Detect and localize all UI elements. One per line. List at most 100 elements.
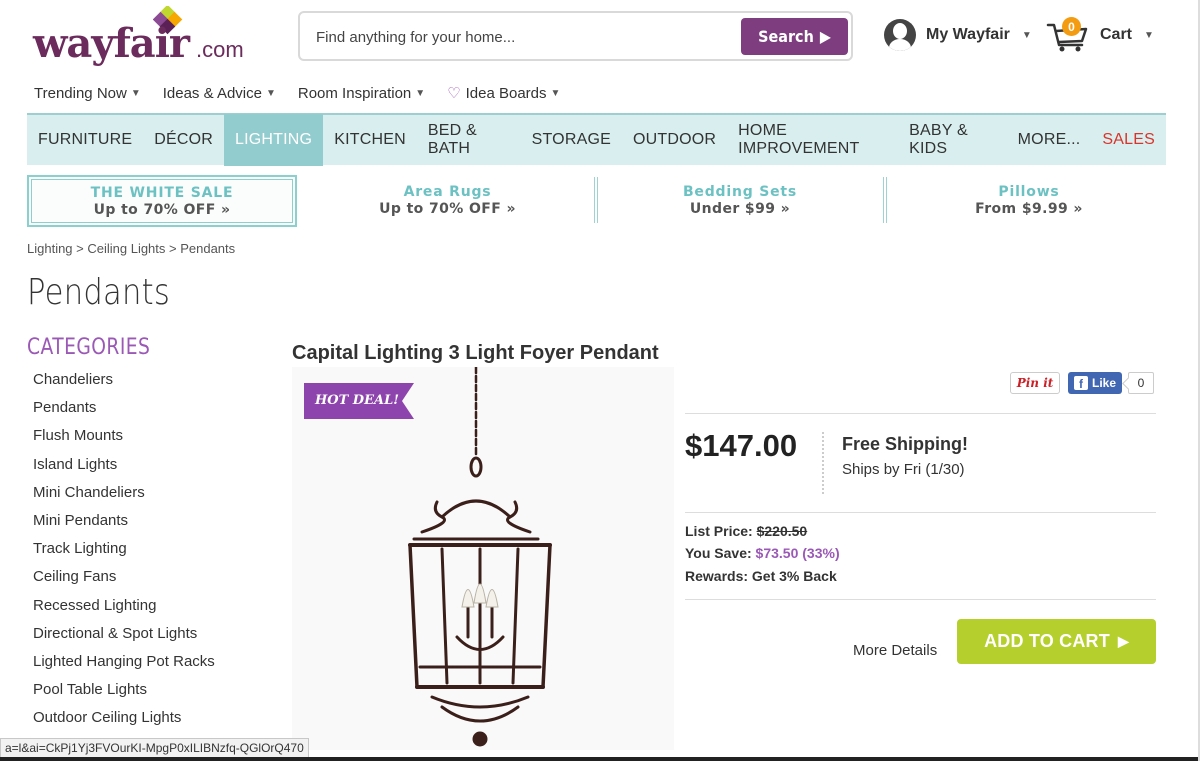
category-item[interactable]: Flush Mounts (33, 426, 215, 454)
nav-furniture[interactable]: FURNITURE (27, 114, 143, 166)
product-image[interactable] (292, 365, 674, 750)
my-wayfair-menu[interactable]: My Wayfair ▼ (884, 17, 1032, 53)
divider (685, 413, 1156, 414)
category-item[interactable]: Chandeliers (33, 370, 215, 398)
secondary-nav: Trending Now ▼ Ideas & Advice ▼ Room Ins… (34, 84, 582, 103)
promo-title: Bedding Sets (682, 184, 798, 200)
promo-divider (594, 177, 598, 223)
nav-outdoor[interactable]: OUTDOOR (622, 114, 727, 166)
like-count: 0 (1128, 372, 1155, 394)
logo-text: wayfair (33, 20, 190, 67)
window-bottom-edge (0, 757, 1200, 761)
category-item[interactable]: Lighted Hanging Pot Racks (33, 652, 215, 680)
chevron-down-icon: ▼ (130, 87, 141, 99)
nav-kitchen[interactable]: KITCHEN (323, 114, 417, 166)
chevron-down-icon: ▼ (415, 87, 426, 99)
add-to-cart-button[interactable]: ADD TO CART ▶ (957, 619, 1156, 664)
status-bar-url: a=l&ai=CkPj1Yj3FVOurKI-MpgP0xILIBNzfq-QG… (0, 738, 309, 758)
search-button[interactable]: Search ▶ (741, 18, 848, 55)
subnav-label: Room Inspiration (297, 84, 412, 102)
subnav-label: Idea Boards (465, 84, 547, 102)
nav-decor[interactable]: DÉCOR (143, 114, 224, 166)
free-shipping-label: Free Shipping! (842, 434, 968, 454)
category-item[interactable]: Track Lighting (33, 539, 215, 567)
heart-icon: ♡ (447, 85, 461, 102)
subnav-label: Trending Now (34, 84, 127, 102)
cart-icon: 0 (1046, 17, 1090, 53)
category-item[interactable]: Recessed Lighting (33, 596, 215, 624)
user-avatar-icon (884, 19, 916, 51)
nav-bed-bath[interactable]: BED & BATH (417, 114, 521, 166)
play-arrow-icon: ▶ (1117, 633, 1129, 649)
you-save-row: You Save: $73.50 (33%) (685, 545, 840, 561)
category-item[interactable]: Mini Pendants (33, 511, 215, 539)
cart-label: Cart (1100, 26, 1133, 43)
list-price-label: List Price: (685, 523, 753, 539)
chevron-down-icon: ▼ (265, 87, 276, 99)
category-item[interactable]: Pendants (33, 398, 215, 426)
promo-subtitle: Up to 70% OFF » (379, 201, 516, 217)
promo-area-rugs[interactable]: Area Rugs Up to 70% OFF » (300, 175, 595, 227)
you-save-value: $73.50 (33%) (755, 545, 840, 561)
promo-pillows[interactable]: Pillows From $9.99 » (890, 175, 1168, 227)
search-box: Search ▶ (298, 11, 853, 61)
promo-divider (883, 177, 887, 223)
categories-heading: CATEGORIES (27, 335, 151, 360)
nav-home-improvement[interactable]: HOME IMPROVEMENT (727, 114, 898, 166)
like-label: Like (1092, 376, 1117, 390)
hot-deal-badge: HOT DEAL! (304, 383, 414, 419)
search-input[interactable] (316, 26, 736, 48)
chevron-down-icon: ▼ (1021, 29, 1032, 41)
subnav-ideas-advice[interactable]: Ideas & Advice ▼ (163, 84, 276, 102)
list-price-value: $220.50 (756, 523, 808, 539)
price-divider (822, 432, 824, 494)
promo-title: Area Rugs (403, 184, 492, 200)
nav-sales[interactable]: SALES (1091, 114, 1166, 166)
subnav-room-inspiration[interactable]: Room Inspiration ▼ (298, 84, 425, 102)
nav-baby-kids[interactable]: BABY & KIDS (898, 114, 1007, 166)
you-save-label: You Save: (685, 545, 752, 561)
facebook-icon: f (1074, 376, 1088, 390)
add-to-cart-label: ADD TO CART (984, 631, 1110, 651)
category-item[interactable]: Directional & Spot Lights (33, 624, 215, 652)
list-price-row: List Price: $220.50 (685, 523, 807, 539)
promo-subtitle: From $9.99 » (975, 201, 1083, 217)
divider (685, 512, 1156, 513)
promo-bedding-sets[interactable]: Bedding Sets Under $99 » (600, 175, 880, 227)
rewards-value: Get 3% Back (751, 568, 837, 584)
category-item[interactable]: Mini Chandeliers (33, 483, 215, 511)
rewards-row: Rewards: Get 3% Back (685, 568, 837, 584)
chevron-down-icon: ▼ (550, 87, 561, 99)
product-title[interactable]: Capital Lighting 3 Light Foyer Pendant (292, 342, 659, 365)
chevron-down-icon: ▼ (1144, 29, 1154, 41)
category-item[interactable]: Ceiling Fans (33, 567, 215, 595)
social-share: Pin it f Like 0 (1010, 372, 1155, 394)
hot-deal-label: HOT DEAL! (315, 393, 399, 408)
category-item[interactable]: Outdoor Ceiling Lights (33, 708, 215, 736)
nav-storage[interactable]: STORAGE (521, 114, 622, 166)
pendant-lamp-image (408, 365, 552, 747)
cart-count-badge: 0 (1062, 17, 1081, 36)
promo-subtitle: Under $99 » (689, 201, 791, 217)
category-item[interactable]: Pool Table Lights (33, 680, 215, 708)
wayfair-logo[interactable]: wayfair .com (33, 6, 248, 67)
divider (685, 599, 1156, 600)
more-details-link[interactable]: More Details (853, 642, 937, 659)
promo-subtitle: Up to 70% OFF » (93, 202, 231, 218)
ship-date: Ships by Fri (1/30) (842, 461, 965, 478)
category-item[interactable]: Island Lights (33, 455, 215, 483)
promo-white-sale[interactable]: THE WHITE SALE Up to 70% OFF » (27, 175, 297, 227)
facebook-like-button[interactable]: f Like (1068, 372, 1123, 394)
pinterest-button[interactable]: Pin it (1010, 372, 1060, 394)
promo-title: THE WHITE SALE (90, 185, 234, 201)
nav-more[interactable]: MORE... (1007, 114, 1092, 166)
breadcrumb[interactable]: Lighting > Ceiling Lights > Pendants (27, 241, 235, 256)
subnav-trending-now[interactable]: Trending Now ▼ (34, 84, 141, 102)
main-category-nav: FURNITURE DÉCOR LIGHTING KITCHEN BED & B… (27, 113, 1166, 166)
promo-title: Pillows (998, 184, 1060, 200)
subnav-idea-boards[interactable]: ♡ Idea Boards ▼ (447, 84, 561, 103)
category-list: Chandeliers Pendants Flush Mounts Island… (33, 370, 215, 736)
nav-lighting[interactable]: LIGHTING (224, 114, 324, 166)
product-price: $147.00 (685, 428, 798, 463)
cart-button[interactable]: 0 Cart ▼ (1046, 17, 1154, 53)
